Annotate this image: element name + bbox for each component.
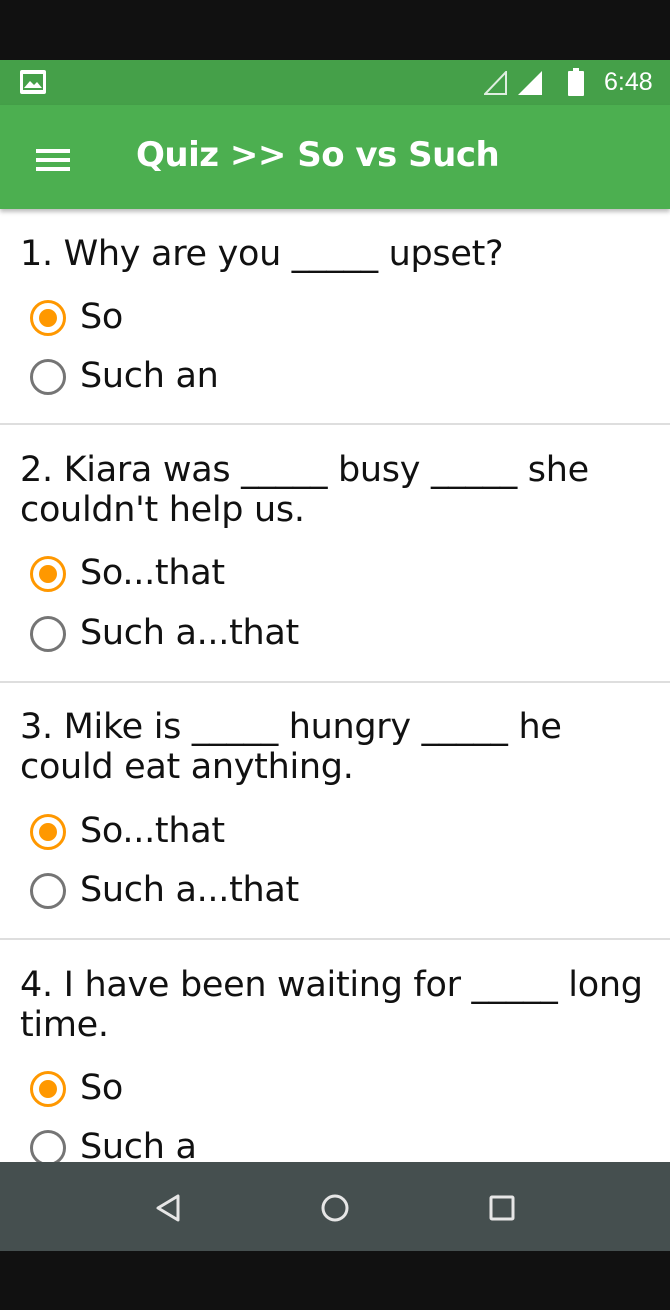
question-3: 3. Mike is _____ hungry _____ he could e… <box>0 683 670 940</box>
answer-option[interactable]: So...that <box>28 549 628 599</box>
radio-button[interactable] <box>30 616 66 652</box>
option-label: So...that <box>80 811 225 851</box>
question-text: 4. I have been waiting for _____ long ti… <box>20 965 643 1045</box>
page-title: Quiz >> So vs Such <box>136 135 500 175</box>
status-time: 6:48 <box>604 68 653 96</box>
question-text: 3. Mike is _____ hungry _____ he could e… <box>20 707 562 787</box>
status-bar: 6:48 <box>0 60 670 105</box>
radio-button[interactable] <box>30 814 66 850</box>
signal-icon <box>518 71 542 95</box>
option-label: So...that <box>80 553 225 593</box>
option-label: So <box>80 1068 124 1108</box>
answer-option[interactable]: Such an <box>28 352 628 402</box>
app-bar: Quiz >> So vs Such <box>0 105 670 209</box>
radio-button[interactable] <box>30 873 66 909</box>
radio-button[interactable] <box>30 1071 66 1107</box>
top-screen-edge <box>0 0 670 60</box>
picture-icon <box>20 70 46 94</box>
signal-outline-icon <box>484 71 507 95</box>
radio-button[interactable] <box>30 300 66 336</box>
question-text: 2. Kiara was _____ busy _____ she couldn… <box>20 450 589 530</box>
home-icon[interactable] <box>315 1188 355 1228</box>
option-label: Such an <box>80 356 219 396</box>
quiz-list[interactable]: 1. Why are you _____ upset? So Such an 2… <box>0 209 670 1162</box>
option-label: Such a <box>80 1127 197 1162</box>
answer-option[interactable]: Such a...that <box>28 866 628 916</box>
answer-option[interactable]: So <box>28 1064 628 1114</box>
radio-button[interactable] <box>30 359 66 395</box>
answer-option[interactable]: Such a <box>28 1123 628 1162</box>
radio-button[interactable] <box>30 1130 66 1162</box>
question-text: 1. Why are you _____ upset? <box>20 234 504 274</box>
question-4: 4. I have been waiting for _____ long ti… <box>0 940 670 1162</box>
recents-icon[interactable] <box>482 1188 522 1228</box>
radio-button[interactable] <box>30 556 66 592</box>
question-1: 1. Why are you _____ upset? So Such an <box>0 209 670 425</box>
option-label: Such a...that <box>80 613 299 653</box>
back-icon[interactable] <box>149 1188 189 1228</box>
answer-option[interactable]: Such a...that <box>28 609 628 659</box>
battery-icon <box>568 68 584 96</box>
hamburger-menu-icon[interactable] <box>28 139 76 179</box>
navigation-bar <box>0 1162 670 1251</box>
option-label: Such a...that <box>80 870 299 910</box>
bottom-screen-edge <box>0 1251 670 1310</box>
answer-option[interactable]: So <box>28 293 628 343</box>
option-label: So <box>80 297 124 337</box>
question-2: 2. Kiara was _____ busy _____ she couldn… <box>0 425 670 683</box>
answer-option[interactable]: So...that <box>28 807 628 857</box>
